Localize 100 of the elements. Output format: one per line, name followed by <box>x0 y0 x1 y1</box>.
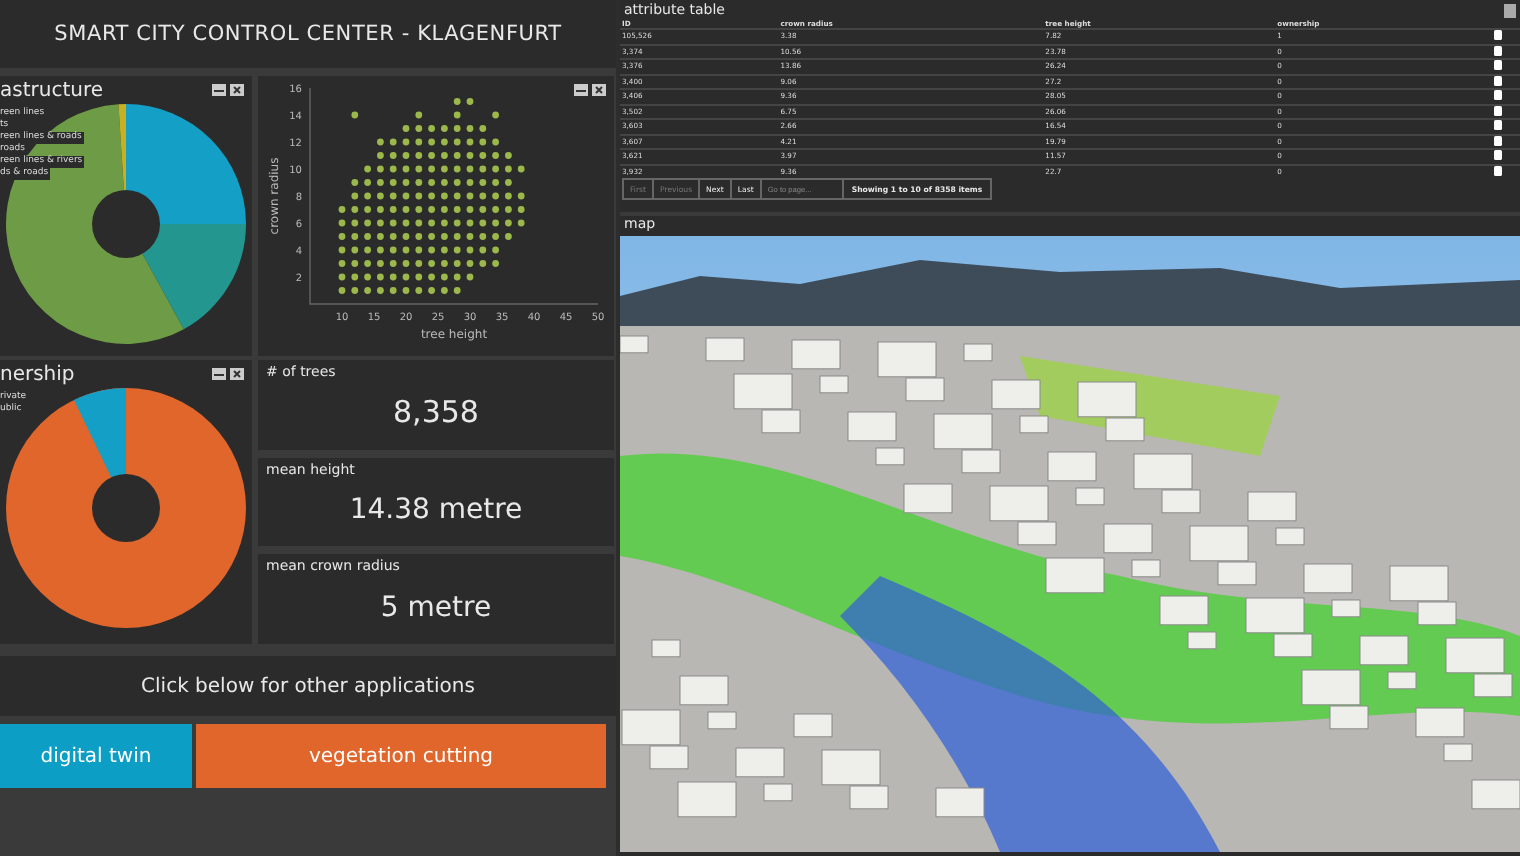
data-point <box>441 179 448 186</box>
data-point <box>441 260 448 267</box>
data-point <box>505 219 512 227</box>
data-point <box>505 179 512 186</box>
data-point <box>389 179 397 186</box>
data-point <box>338 206 346 213</box>
data-point <box>415 233 423 240</box>
data-point <box>428 152 435 159</box>
close-icon[interactable] <box>230 84 244 96</box>
data-point <box>428 125 435 132</box>
data-point <box>466 179 474 186</box>
data-point <box>492 179 499 186</box>
data-point <box>415 179 423 186</box>
minimize-icon[interactable] <box>574 84 588 96</box>
data-point <box>389 138 397 146</box>
data-point <box>479 152 487 159</box>
data-point <box>364 246 371 254</box>
data-point <box>428 165 435 173</box>
data-point <box>402 125 410 132</box>
data-point <box>377 138 384 146</box>
data-point <box>351 273 359 281</box>
data-point <box>389 287 397 294</box>
data-point <box>402 287 410 294</box>
stat-value: 14.38 metre <box>347 492 525 530</box>
close-icon[interactable] <box>230 368 244 380</box>
data-point <box>415 219 423 227</box>
data-point <box>441 125 448 132</box>
data-point <box>402 206 410 213</box>
data-point <box>338 287 346 294</box>
close-icon[interactable] <box>592 84 606 96</box>
data-point <box>453 260 461 267</box>
data-point <box>389 273 397 281</box>
data-point <box>428 219 435 227</box>
data-point <box>415 125 423 132</box>
prompt-text: Click below for other applications <box>141 675 475 697</box>
data-point <box>415 111 423 119</box>
data-point <box>505 152 512 159</box>
panel-title: astructure <box>0 80 104 106</box>
data-point <box>351 233 359 240</box>
data-point <box>492 138 499 146</box>
data-point <box>466 219 474 227</box>
data-point <box>505 192 512 200</box>
data-point <box>364 287 371 294</box>
data-point <box>479 165 487 173</box>
data-point <box>466 125 474 132</box>
data-point <box>441 206 448 213</box>
data-point <box>389 192 397 200</box>
data-point <box>466 233 474 240</box>
panel-title: nership <box>0 364 75 390</box>
data-point <box>479 260 487 267</box>
data-point <box>364 273 371 281</box>
data-point <box>402 246 410 254</box>
data-point <box>505 233 512 240</box>
data-point <box>453 233 461 240</box>
data-point <box>441 152 448 159</box>
data-point <box>377 179 384 186</box>
data-point <box>479 246 487 254</box>
minimize-icon[interactable] <box>212 368 226 380</box>
data-point <box>389 246 397 254</box>
data-point <box>402 179 410 186</box>
data-point <box>453 219 461 227</box>
dashboard-title: SMART CITY CONTROL CENTER - KLAGENFURT <box>0 0 616 68</box>
data-point <box>428 287 435 294</box>
data-point <box>351 192 359 200</box>
data-point <box>415 246 423 254</box>
data-point <box>351 287 359 294</box>
data-point <box>402 233 410 240</box>
data-point <box>402 273 410 281</box>
data-point <box>389 219 397 227</box>
app-button[interactable]: digital twin <box>0 724 192 788</box>
data-point <box>389 233 397 240</box>
data-point <box>517 165 525 173</box>
data-point <box>492 165 499 173</box>
data-point <box>453 246 461 254</box>
data-point <box>466 138 474 146</box>
data-point <box>428 246 435 254</box>
data-point <box>441 138 448 146</box>
data-point <box>453 165 461 173</box>
data-point <box>377 287 384 294</box>
data-point <box>377 273 384 281</box>
data-point <box>351 260 359 267</box>
data-point <box>364 179 371 186</box>
data-point <box>389 152 397 159</box>
data-point <box>389 165 397 173</box>
data-point <box>415 206 423 213</box>
data-point <box>453 125 461 132</box>
data-point <box>479 138 487 146</box>
data-point <box>441 246 448 254</box>
data-point <box>351 111 359 119</box>
data-point <box>453 138 461 146</box>
data-point <box>466 260 474 267</box>
data-point <box>377 219 384 227</box>
data-point <box>338 219 346 227</box>
data-point <box>415 287 423 294</box>
minimize-icon[interactable] <box>212 84 226 96</box>
stat-value: 5 metre <box>378 589 494 628</box>
data-point <box>377 152 384 159</box>
app-button[interactable]: vegetation cutting <box>196 724 606 788</box>
data-point <box>364 233 371 240</box>
data-point <box>441 287 448 294</box>
